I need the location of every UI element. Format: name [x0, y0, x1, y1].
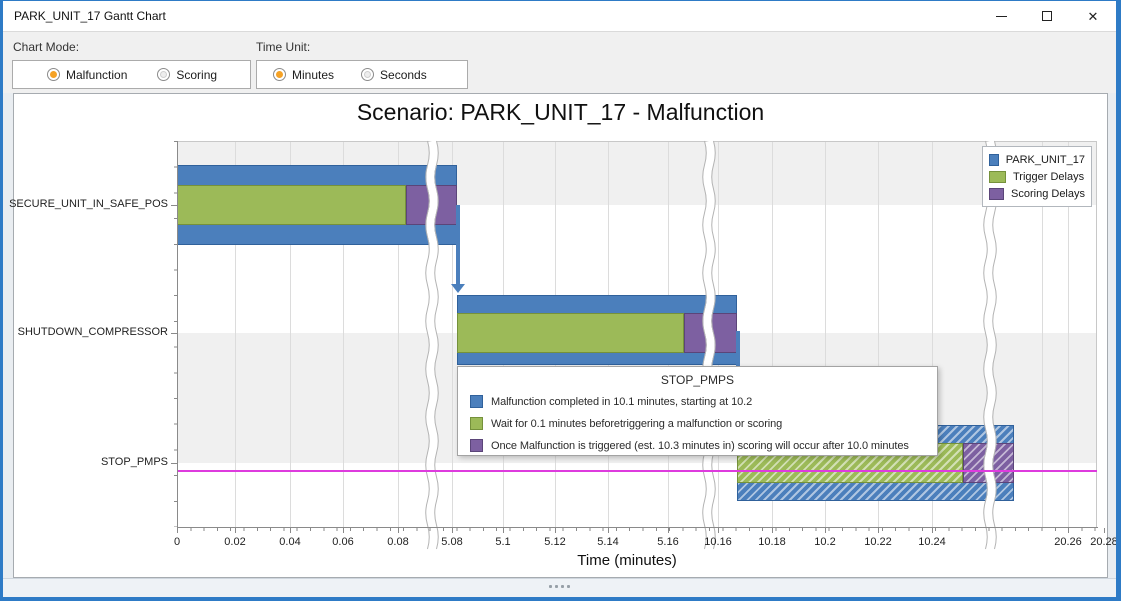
- legend-swatch-task: [989, 154, 999, 166]
- legend-label: Trigger Delays: [1013, 171, 1084, 183]
- close-icon: ✕: [1088, 10, 1099, 23]
- radio-icon: [157, 68, 170, 81]
- splitter-dot: [561, 585, 564, 588]
- splitter-handle[interactable]: [3, 578, 1116, 597]
- x-axis-label: Time (minutes): [177, 552, 1077, 569]
- radio-option-seconds[interactable]: Seconds: [361, 68, 427, 82]
- legend-swatch-scoring: [989, 188, 1004, 200]
- legend-item-trigger: Trigger Delays: [989, 168, 1085, 185]
- radio-label: Seconds: [380, 68, 427, 82]
- radio-icon: [361, 68, 374, 81]
- radio-unselected-dot: [160, 71, 167, 78]
- legend-label: Scoring Delays: [1011, 188, 1085, 200]
- radio-label: Scoring: [176, 68, 217, 82]
- tooltip-line-scoring: Once Malfunction is triggered (est. 10.3…: [470, 438, 937, 453]
- tooltip-swatch-scoring: [470, 439, 483, 452]
- window-title: PARK_UNIT_17 Gantt Chart: [14, 9, 166, 23]
- legend: PARK_UNIT_17 Trigger Delays Scoring Delays: [982, 146, 1092, 207]
- legend-swatch-trigger: [989, 171, 1006, 183]
- window-border-bottom[interactable]: [0, 597, 1121, 601]
- maximize-icon: [1042, 11, 1052, 21]
- tooltip-line-trigger: Wait for 0.1 minutes beforetriggering a …: [470, 416, 937, 431]
- splitter-dots-icon: [549, 585, 570, 588]
- radio-label: Minutes: [292, 68, 334, 82]
- tooltip-swatch-task: [470, 395, 483, 408]
- radio-label: Malfunction: [66, 68, 127, 82]
- splitter-dot: [549, 585, 552, 588]
- radio-selected-dot: [276, 71, 283, 78]
- toolbar: Chart Mode: Malfunction Scoring Time Unit…: [3, 31, 1116, 93]
- tooltip-line-text: Malfunction completed in 10.1 minutes, s…: [491, 396, 752, 408]
- chart-panel: [13, 93, 1108, 578]
- tooltip-swatch-trigger: [470, 417, 483, 430]
- window-border-top: [0, 0, 1121, 1]
- legend-item-scoring: Scoring Delays: [989, 185, 1085, 202]
- tooltip-title: STOP_PMPS: [458, 373, 937, 387]
- radio-option-malfunction[interactable]: Malfunction: [47, 68, 127, 82]
- splitter-dot: [555, 585, 558, 588]
- tooltip-line-text: Wait for 0.1 minutes beforetriggering a …: [491, 418, 782, 430]
- window-controls: ✕: [978, 1, 1116, 31]
- legend-label: PARK_UNIT_17: [1006, 154, 1085, 166]
- window-border-left: [0, 0, 3, 601]
- tooltip-lines: Malfunction completed in 10.1 minutes, s…: [458, 394, 937, 453]
- splitter-dot: [567, 585, 570, 588]
- chart-title: Scenario: PARK_UNIT_17 - Malfunction: [13, 99, 1108, 126]
- tooltip-line-task: Malfunction completed in 10.1 minutes, s…: [470, 394, 937, 409]
- radio-option-scoring[interactable]: Scoring: [157, 68, 217, 82]
- radio-unselected-dot: [364, 71, 371, 78]
- radio-icon: [47, 68, 60, 81]
- radio-selected-dot: [50, 71, 57, 78]
- tooltip-line-text: Once Malfunction is triggered (est. 10.3…: [491, 440, 909, 452]
- legend-item-task: PARK_UNIT_17: [989, 151, 1085, 168]
- time-unit-label: Time Unit:: [256, 40, 310, 54]
- minimize-icon: [996, 16, 1007, 17]
- window-border-right[interactable]: [1116, 0, 1121, 601]
- maximize-button[interactable]: [1024, 1, 1070, 31]
- title-bar[interactable]: PARK_UNIT_17 Gantt Chart ✕: [3, 1, 1116, 31]
- chart-mode-label: Chart Mode:: [13, 40, 79, 54]
- time-unit-group: Minutes Seconds: [256, 60, 468, 89]
- radio-option-minutes[interactable]: Minutes: [273, 68, 334, 82]
- close-button[interactable]: ✕: [1070, 1, 1116, 31]
- minimize-button[interactable]: [978, 1, 1024, 31]
- chart-mode-group: Malfunction Scoring: [12, 60, 251, 89]
- tooltip: STOP_PMPS Malfunction completed in 10.1 …: [457, 366, 938, 456]
- app-window: PARK_UNIT_17 Gantt Chart ✕ Chart Mode: M…: [0, 0, 1121, 601]
- radio-icon: [273, 68, 286, 81]
